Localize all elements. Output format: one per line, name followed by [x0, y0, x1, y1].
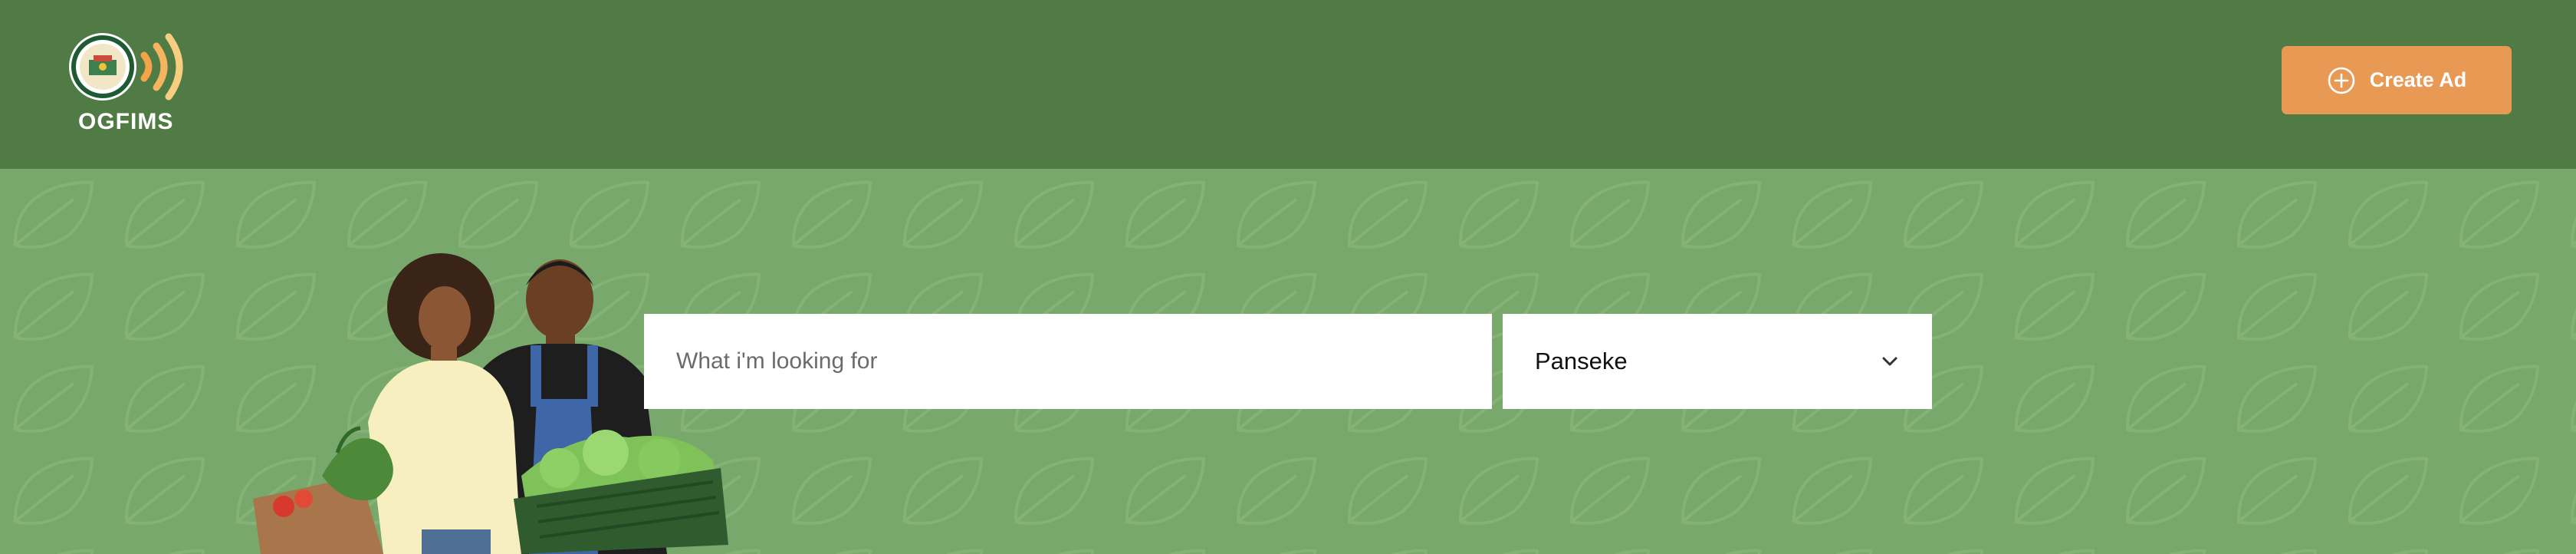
top-header: OGFIMS Create Ad — [0, 0, 2576, 169]
chevron-down-icon — [1882, 357, 1898, 366]
brand-name: OGFIMS — [78, 109, 174, 134]
vegetable-crate-left — [253, 426, 393, 554]
woman-figure — [368, 253, 521, 554]
plus-circle-icon — [2328, 67, 2355, 94]
create-ad-button[interactable]: Create Ad — [2282, 46, 2512, 114]
brand-logo[interactable]: OGFIMS — [66, 29, 196, 137]
ogfims-logo-icon — [69, 33, 183, 101]
create-ad-label: Create Ad — [2369, 68, 2467, 91]
search-input[interactable] — [644, 314, 1492, 409]
location-select[interactable]: Panseke — [1503, 314, 1932, 409]
hero-banner: Panseke — [0, 169, 2576, 554]
location-selected-value: Panseke — [1535, 348, 1628, 374]
